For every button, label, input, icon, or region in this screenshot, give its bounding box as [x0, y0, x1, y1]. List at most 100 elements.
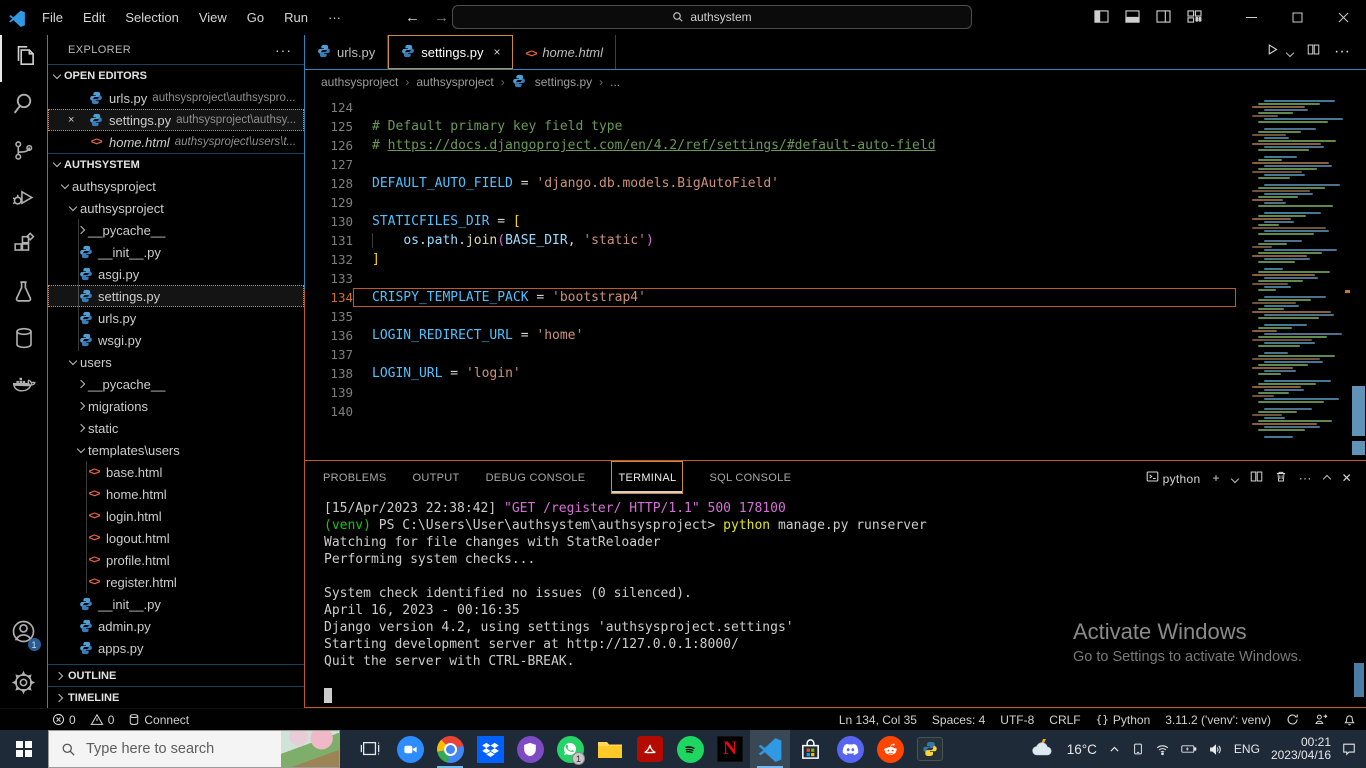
- status-sync[interactable]: [1286, 713, 1299, 726]
- phone-icon[interactable]: [1132, 742, 1144, 756]
- tree-item-home.html[interactable]: <> home.html: [48, 483, 304, 505]
- tree-item-users[interactable]: users: [48, 351, 304, 373]
- status-bell[interactable]: [1343, 713, 1356, 726]
- menu-item-selection[interactable]: Selection: [117, 7, 186, 28]
- tree-item-login.html[interactable]: <> login.html: [48, 505, 304, 527]
- taskbar-shield[interactable]: [510, 730, 550, 768]
- action-center-icon[interactable]: [1342, 742, 1356, 756]
- taskbar-python-console[interactable]: [910, 730, 950, 768]
- activity-accounts[interactable]: 1: [0, 610, 48, 657]
- activity-search[interactable]: [0, 82, 48, 129]
- menu-item-run[interactable]: Run: [276, 7, 316, 28]
- breadcrumb[interactable]: authsysproject › authsysproject › settings.p…: [305, 70, 1366, 94]
- close-icon[interactable]: ×: [68, 114, 74, 126]
- editor-tab-settings.py[interactable]: settings.py ×: [388, 35, 514, 69]
- activity-settings[interactable]: [0, 661, 48, 708]
- activity-extensions[interactable]: [0, 223, 48, 270]
- taskbar-vscode[interactable]: [750, 730, 790, 768]
- breadcrumb-item[interactable]: authsysproject: [416, 75, 493, 89]
- temperature-label[interactable]: 16°C: [1067, 742, 1097, 757]
- open-editor-settings.py[interactable]: × settings.py authsysproject\authsy...: [48, 109, 304, 131]
- editor-scrollbar[interactable]: [1352, 386, 1365, 436]
- chevron-up-icon[interactable]: [1108, 743, 1121, 756]
- tree-item-static[interactable]: static: [48, 417, 304, 439]
- kill-terminal-icon[interactable]: [1275, 470, 1287, 486]
- taskbar-reddit[interactable]: [870, 730, 910, 768]
- tree-item-asgi.py[interactable]: asgi.py: [48, 263, 304, 285]
- layout-panel-icon[interactable]: [1125, 9, 1140, 26]
- status-utf-8[interactable]: UTF-8: [1000, 713, 1034, 727]
- taskbar-search-box[interactable]: Type here to search: [48, 730, 340, 768]
- taskbar-discord[interactable]: [830, 730, 870, 768]
- panel-tab-output[interactable]: OUTPUT: [413, 461, 460, 494]
- tree-item-__init__.py[interactable]: __init__.py: [48, 593, 304, 615]
- explorer-actions-icon[interactable]: ···: [275, 42, 292, 58]
- open-editor-home.html[interactable]: <> home.html authsysproject\users\t...: [48, 131, 304, 153]
- tree-item-apps.py[interactable]: apps.py: [48, 637, 304, 659]
- terminal[interactable]: [15/Apr/2023 22:38:42] "GET /register/ H…: [305, 494, 1366, 707]
- battery-icon[interactable]: [1181, 743, 1197, 755]
- panel-tab-terminal[interactable]: TERMINAL: [611, 461, 684, 494]
- tree-item-authsysproject[interactable]: authsysproject: [48, 175, 304, 197]
- menu-item-view[interactable]: View: [191, 7, 235, 28]
- close-button[interactable]: [1320, 0, 1366, 35]
- taskbar-file-explorer[interactable]: [590, 730, 630, 768]
- tree-item-admin.py[interactable]: admin.py: [48, 615, 304, 637]
- tree-item-base.html[interactable]: <> base.html: [48, 461, 304, 483]
- taskbar-spotify[interactable]: [670, 730, 710, 768]
- layout-sidebar-left-icon[interactable]: [1094, 9, 1109, 26]
- activity-explorer[interactable]: [0, 35, 48, 82]
- taskbar-acrobat[interactable]: [630, 730, 670, 768]
- activity-source-control[interactable]: [0, 129, 48, 176]
- activity-database[interactable]: [0, 317, 48, 364]
- tab-close-icon[interactable]: ×: [493, 45, 500, 59]
- tree-item-__pycache__[interactable]: __pycache__: [48, 373, 304, 395]
- maximize-panel-icon[interactable]: [1322, 471, 1331, 485]
- breadcrumb-item[interactable]: authsysproject: [321, 75, 398, 89]
- code-editor[interactable]: 124 125 # Default primary key field type 12…: [305, 94, 1366, 460]
- activity-testing[interactable]: [0, 270, 48, 317]
- volume-icon[interactable]: [1208, 743, 1223, 756]
- menu-item-moremoremore[interactable]: ···: [320, 7, 349, 28]
- taskbar-zoom[interactable]: [390, 730, 430, 768]
- tree-item-wsgi.py[interactable]: wsgi.py: [48, 329, 304, 351]
- shell-selector[interactable]: python: [1146, 470, 1200, 486]
- open-editors-header[interactable]: OPEN EDITORS: [48, 65, 304, 87]
- tree-item-profile.html[interactable]: <> profile.html: [48, 549, 304, 571]
- run-button[interactable]: [1266, 43, 1279, 61]
- taskbar-task-view[interactable]: [350, 730, 390, 768]
- layout-sidebar-right-icon[interactable]: [1156, 9, 1171, 26]
- status-db-connect[interactable]: Connect: [128, 713, 189, 727]
- tree-item-migrations[interactable]: migrations: [48, 395, 304, 417]
- nav-forward-icon[interactable]: →: [434, 9, 449, 26]
- editor-tab-home.html[interactable]: <> home.html: [513, 35, 617, 69]
- terminal-dropdown-icon[interactable]: [1230, 471, 1239, 485]
- editor-tab-urls.py[interactable]: urls.py: [305, 35, 389, 69]
- tree-item-__pycache__[interactable]: __pycache__: [48, 219, 304, 241]
- status-error-0[interactable]: 0: [52, 713, 76, 727]
- taskbar-netflix[interactable]: N: [710, 730, 750, 768]
- status-spaces:[interactable]: Spaces: 4: [932, 713, 985, 727]
- panel-tab-problems[interactable]: PROBLEMS: [323, 461, 387, 494]
- menu-item-file[interactable]: File: [34, 7, 71, 28]
- weather-icon[interactable]: [1030, 737, 1056, 762]
- breadcrumb-item[interactable]: ...: [610, 75, 620, 89]
- tree-item-authsysproject[interactable]: authsysproject: [48, 197, 304, 219]
- panel-more-icon[interactable]: ···: [1299, 471, 1312, 485]
- activity-docker[interactable]: [0, 364, 48, 411]
- status-crlf[interactable]: CRLF: [1049, 713, 1080, 727]
- minimize-button[interactable]: [1228, 0, 1274, 35]
- activity-run-debug[interactable]: [0, 176, 48, 223]
- status-3.11.2[interactable]: 3.11.2 ('venv': venv): [1165, 713, 1271, 727]
- maximize-button[interactable]: [1274, 0, 1320, 35]
- clock[interactable]: 00:21 2023/04/16: [1271, 736, 1331, 762]
- customize-layout-icon[interactable]: [1187, 9, 1202, 26]
- taskbar-chrome[interactable]: [430, 730, 470, 768]
- nav-back-icon[interactable]: ←: [405, 9, 420, 26]
- new-terminal-icon[interactable]: +: [1212, 471, 1219, 485]
- panel-tab-sql-console[interactable]: SQL CONSOLE: [709, 461, 791, 494]
- split-editor-icon[interactable]: [1307, 43, 1320, 61]
- timeline-section[interactable]: TIMELINE: [48, 686, 304, 708]
- wifi-icon[interactable]: [1155, 743, 1170, 756]
- breadcrumb-item[interactable]: settings.py: [535, 75, 592, 89]
